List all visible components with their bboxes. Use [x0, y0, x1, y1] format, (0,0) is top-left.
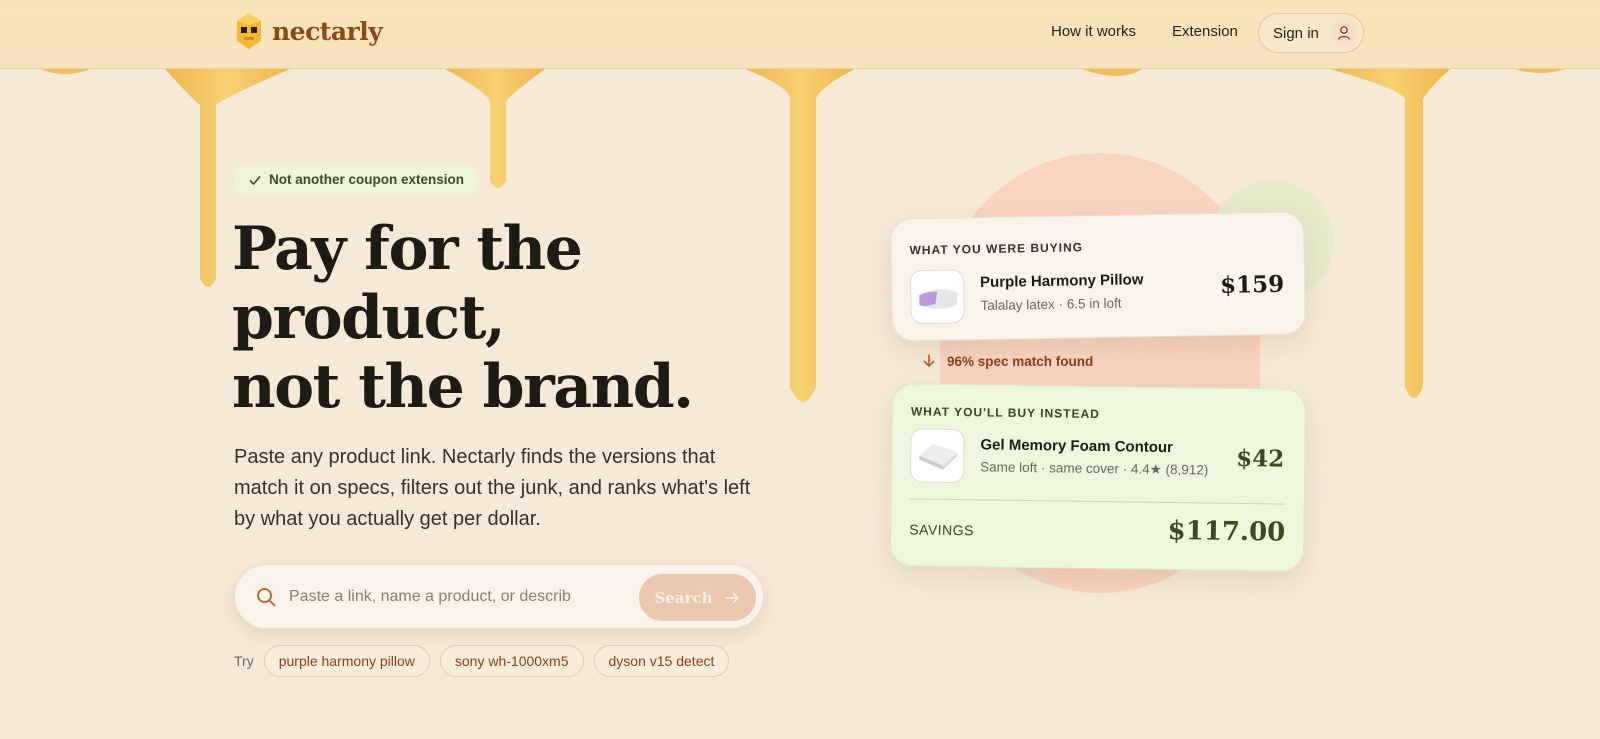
- user-icon: [1331, 20, 1357, 46]
- suggestion-chip[interactable]: dyson v15 detect: [593, 645, 730, 677]
- match-text: 96% spec match found: [947, 353, 1094, 369]
- hero-subtext: Paste any product link. Nectarly finds t…: [234, 446, 751, 530]
- product-thumbnail: [909, 428, 965, 484]
- search-bar: Search: [234, 564, 764, 629]
- headline-line-1: Pay for the: [232, 214, 583, 284]
- search-icon: [257, 588, 276, 607]
- spec-match-indicator: 96% spec match found: [921, 353, 1093, 369]
- product-name: Purple Harmony Pillow: [979, 271, 1144, 292]
- suggestion-chip[interactable]: purple harmony pillow: [263, 645, 430, 677]
- product-name: Gel Memory Foam Contour: [980, 436, 1174, 457]
- try-suggestions: Try purple harmony pillow sony wh-1000xm…: [234, 645, 739, 677]
- product-thumbnail: [909, 269, 965, 325]
- nav-how-it-works[interactable]: How it works: [1051, 23, 1136, 40]
- foam-pillow-image: [919, 443, 958, 470]
- search-button[interactable]: Search: [639, 574, 756, 621]
- check-icon: [249, 175, 261, 185]
- badge-text: Not another coupon extension: [269, 172, 465, 187]
- nav-extension[interactable]: Extension: [1172, 23, 1238, 40]
- pillow-image: [919, 289, 958, 309]
- savings-value: $117.00: [1167, 515, 1286, 548]
- product-price: $42: [1236, 444, 1285, 473]
- card-label: WHAT YOU WERE BUYING: [909, 240, 1084, 258]
- brand-name: nectarly: [272, 16, 383, 46]
- try-label: Try: [234, 653, 254, 669]
- tagline-badge: Not another coupon extension: [234, 164, 480, 195]
- card-label: WHAT YOU'LL BUY INSTEAD: [910, 404, 1100, 422]
- suggestion-chip[interactable]: sony wh-1000xm5: [439, 645, 584, 677]
- product-price: $159: [1219, 270, 1285, 299]
- sign-in-label: Sign in: [1273, 24, 1319, 42]
- product-meta: Talalay latex · 6.5 in loft: [980, 295, 1122, 314]
- divider: [909, 498, 1286, 505]
- sign-in-button[interactable]: Sign in: [1258, 13, 1364, 53]
- site-header: nectarly How it works Extension Sign in: [0, 0, 1600, 69]
- alternative-product-card: WHAT YOU'LL BUY INSTEAD Gel Memory Foam …: [889, 383, 1307, 572]
- hero-headline: Pay for the product, not the brand.: [232, 215, 792, 422]
- search-button-label: Search: [654, 588, 713, 607]
- search-input[interactable]: [289, 583, 571, 611]
- bee-logo-icon: [237, 13, 261, 49]
- product-meta: Same loft · same cover · 4.4★ (8,912): [980, 459, 1209, 478]
- current-product-card: WHAT YOU WERE BUYING Purple Harmony Pill…: [889, 211, 1307, 342]
- arrow-down-icon: [923, 354, 935, 368]
- arrow-right-icon: [725, 592, 739, 603]
- savings-label: SAVINGS: [909, 521, 975, 539]
- headline-line-3: not the brand.: [232, 352, 694, 422]
- logo[interactable]: nectarly: [234, 12, 383, 50]
- headline-line-2: product,: [232, 283, 506, 353]
